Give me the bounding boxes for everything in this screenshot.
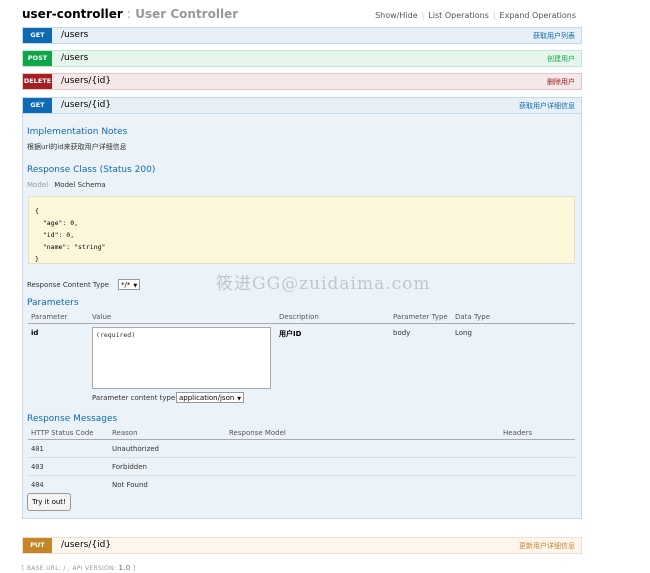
operation-post-users[interactable]: POST /users 创建用户 bbox=[22, 50, 582, 67]
dropdown-arrow-icon: ▼ bbox=[133, 283, 138, 289]
api-info-footer: [ BASE URL: / , API VERSION: 1.0 ] bbox=[22, 564, 135, 572]
param-header-description: Description bbox=[279, 313, 319, 321]
param-type: body bbox=[393, 329, 411, 337]
param-header-rule bbox=[28, 323, 575, 324]
resource-description: User Controller bbox=[135, 7, 239, 21]
operation-path[interactable]: /users/{id} bbox=[61, 539, 111, 552]
msg-code: 401 bbox=[31, 445, 44, 453]
expand-operations-link[interactable]: Expand Operations bbox=[500, 11, 576, 20]
resource-header[interactable]: user-controller : User Controller bbox=[22, 7, 238, 21]
msg-header-code: HTTP Status Code bbox=[31, 429, 94, 437]
parameters-title: Parameters bbox=[27, 298, 79, 308]
msg-header-model: Response Model bbox=[229, 429, 286, 437]
operation-put-user[interactable]: PUT /users/{id} 更新用户详细信息 bbox=[22, 537, 582, 554]
msg-reason: Not Found bbox=[112, 481, 148, 489]
operation-path[interactable]: /users bbox=[61, 29, 88, 42]
operation-path[interactable]: /users bbox=[61, 52, 88, 65]
api-version: 1.0 bbox=[118, 564, 131, 572]
schema-line: "age": 0, bbox=[35, 219, 79, 227]
row-divider bbox=[28, 457, 575, 458]
param-header-data-type: Data Type bbox=[455, 313, 491, 321]
operation-summary[interactable]: 获取用户详细信息 bbox=[519, 100, 575, 112]
param-content-type-label: Parameter content type: bbox=[92, 394, 178, 402]
msg-code: 403 bbox=[31, 463, 44, 471]
model-schema-box[interactable]: { "age": 0, "id": 0, "name": "string" } bbox=[28, 196, 575, 264]
schema-line: "id": 0, bbox=[35, 231, 75, 239]
schema-line: "name": "string" bbox=[35, 243, 106, 251]
msg-code: 404 bbox=[31, 481, 44, 489]
watermark: 筱进GG@zuidaima.com bbox=[216, 274, 431, 294]
param-id-textarea[interactable]: (required) bbox=[92, 327, 271, 389]
param-content-type-select[interactable]: application/json ▼ bbox=[176, 392, 245, 403]
method-badge[interactable]: GET bbox=[23, 28, 52, 43]
schema-line: } bbox=[35, 255, 39, 263]
tab-model[interactable]: Model bbox=[27, 181, 48, 189]
param-header-type: Parameter Type bbox=[393, 313, 448, 321]
method-badge[interactable]: POST bbox=[23, 51, 52, 66]
msg-reason: Unauthorized bbox=[112, 445, 159, 453]
response-messages-title: Response Messages bbox=[27, 414, 118, 424]
base-url-label: [ BASE URL: / , API VERSION: bbox=[22, 565, 117, 572]
method-badge[interactable]: DELETE bbox=[23, 74, 52, 89]
response-class-title: Response Class (Status 200) bbox=[27, 165, 156, 175]
param-header-parameter: Parameter bbox=[31, 313, 68, 321]
link-divider: | bbox=[421, 11, 425, 20]
msg-reason: Forbidden bbox=[112, 463, 147, 471]
operation-path[interactable]: /users/{id} bbox=[61, 75, 111, 88]
implementation-notes-text: 根据url的id来获取用户详细信息 bbox=[27, 143, 127, 151]
response-content-type-label: Response Content Type bbox=[27, 281, 109, 289]
param-data-type: Long bbox=[455, 329, 472, 337]
resource-actions: Show/Hide | List Operations | Expand Operati… bbox=[375, 11, 576, 20]
operation-summary[interactable]: 创建用户 bbox=[547, 53, 575, 65]
implementation-notes-title: Implementation Notes bbox=[27, 127, 128, 137]
operation-delete-user[interactable]: DELETE /users/{id} 删除用户 bbox=[22, 73, 582, 90]
param-header-value: Value bbox=[92, 313, 112, 321]
tab-model-schema[interactable]: Model Schema bbox=[54, 181, 105, 189]
method-badge[interactable]: GET bbox=[23, 98, 52, 113]
param-description: 用户ID bbox=[279, 330, 302, 338]
list-operations-link[interactable]: List Operations bbox=[428, 11, 489, 20]
link-divider: | bbox=[492, 11, 496, 20]
try-it-out-button[interactable]: Try it out! bbox=[27, 493, 71, 511]
select-value: */* bbox=[121, 281, 131, 289]
msg-header-reason: Reason bbox=[112, 429, 138, 437]
dropdown-arrow-icon: ▼ bbox=[237, 396, 242, 402]
resource-name[interactable]: user-controller bbox=[22, 7, 123, 21]
select-value: application/json bbox=[179, 394, 235, 402]
operation-summary[interactable]: 获取用户列表 bbox=[533, 30, 575, 42]
response-content-type-select[interactable]: */* ▼ bbox=[118, 279, 141, 290]
operation-summary[interactable]: 更新用户详细信息 bbox=[519, 540, 575, 552]
schema-line: { bbox=[35, 207, 39, 215]
operation-path[interactable]: /users/{id} bbox=[61, 99, 111, 112]
msg-header-headers: Headers bbox=[503, 429, 533, 437]
method-badge[interactable]: PUT bbox=[23, 538, 52, 553]
footer-close-bracket: ] bbox=[132, 565, 136, 572]
operation-get-users[interactable]: GET /users 获取用户列表 bbox=[22, 27, 582, 44]
operation-get-user-by-id[interactable]: GET /users/{id} 获取用户详细信息 bbox=[22, 97, 582, 114]
model-tabs: Model Model Schema bbox=[27, 181, 106, 189]
param-name: id bbox=[31, 329, 39, 337]
show-hide-link[interactable]: Show/Hide bbox=[375, 11, 418, 20]
msg-header-rule bbox=[28, 439, 575, 440]
operation-summary[interactable]: 删除用户 bbox=[547, 76, 575, 88]
header-separator: : bbox=[127, 7, 132, 21]
row-divider bbox=[28, 475, 575, 476]
